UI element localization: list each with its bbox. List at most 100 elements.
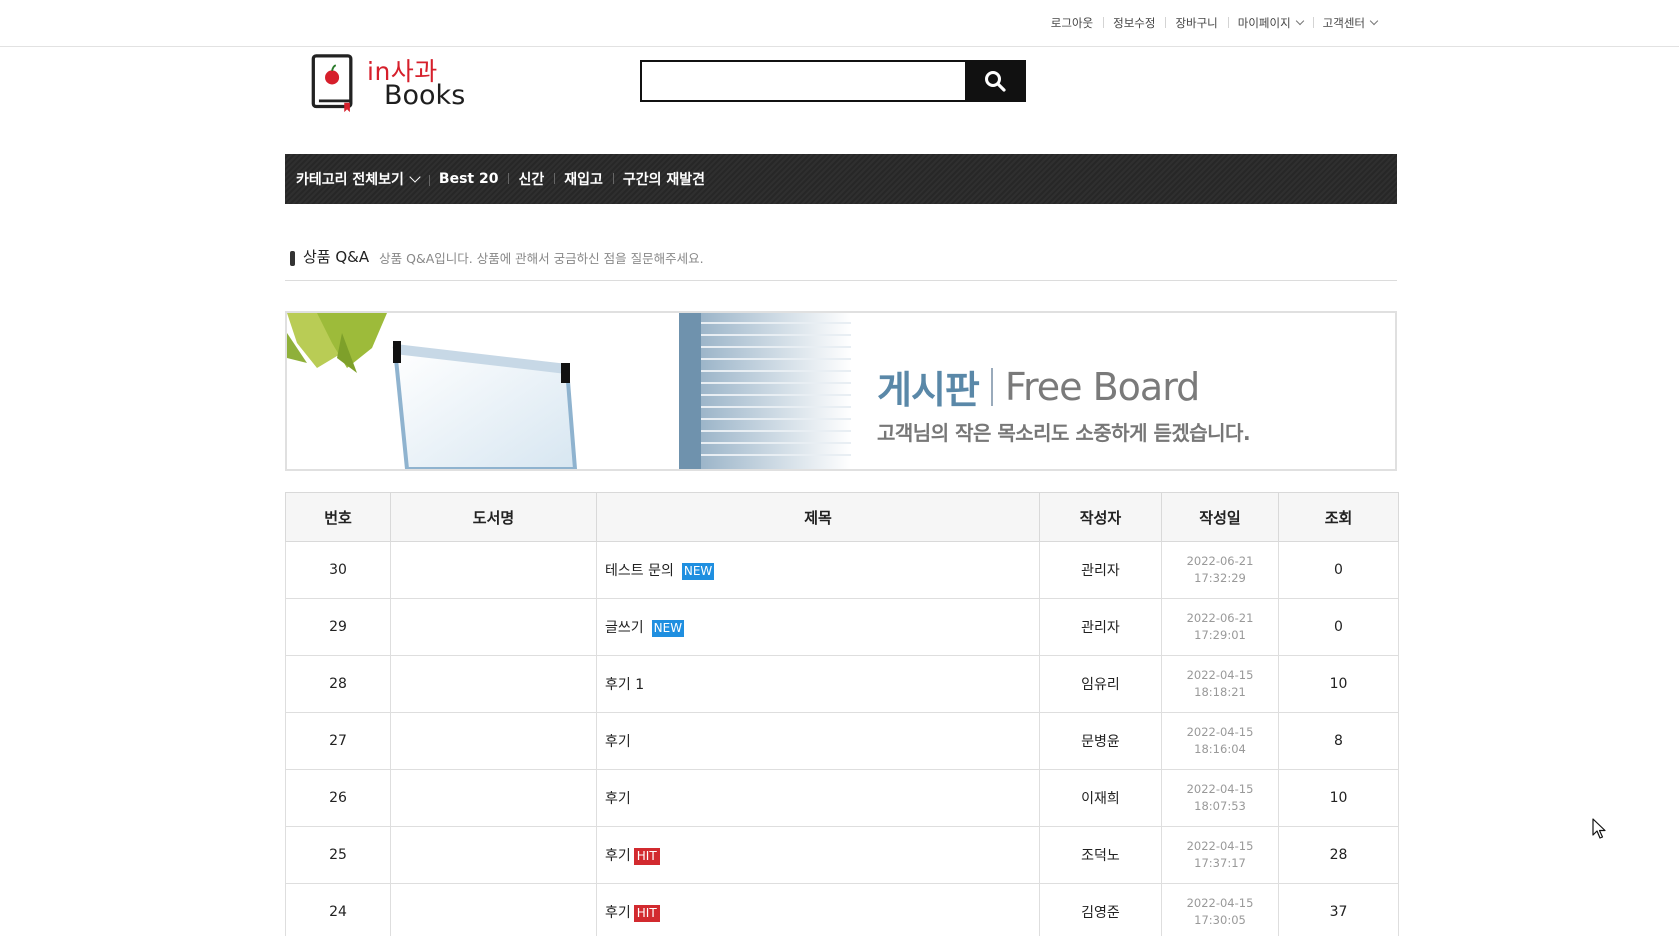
search-button[interactable]: [965, 62, 1024, 100]
table-row[interactable]: 26 후기 이재희 2022-04-15 18:07:53 10: [285, 769, 1399, 827]
table-row[interactable]: 29 글쓰기 NEW 관리자 2022-06-21 17:29:01 0: [285, 598, 1399, 656]
table-row[interactable]: 27 후기 문병윤 2022-04-15 18:16:04 8: [285, 712, 1399, 770]
cell-number: 29: [285, 598, 391, 656]
post-title-link[interactable]: 테스트 문의: [605, 563, 674, 579]
table-row[interactable]: 30 테스트 문의 NEW 관리자 2022-06-21 17:32:29 0: [285, 541, 1399, 599]
cell-number: 25: [285, 826, 391, 884]
chevron-down-icon: [1369, 16, 1379, 26]
cell-subject: 후기: [596, 769, 1040, 827]
cell-date: 2022-04-15 18:18:21: [1161, 655, 1279, 713]
post-title-link[interactable]: 후기 1: [605, 677, 644, 693]
top-utility-bar: 로그아웃 정보수정 장바구니 마이페이지 고객센터: [0, 0, 1679, 47]
cell-book: [390, 883, 597, 936]
post-title-link[interactable]: 후기: [605, 848, 631, 864]
nav-item-label: Best 20: [438, 171, 499, 187]
nav-category-all[interactable]: 카테고리 전체보기: [296, 169, 429, 189]
search-box: [640, 60, 1026, 102]
post-title-link[interactable]: 글쓰기: [605, 620, 644, 636]
cell-book: [390, 598, 597, 656]
cell-views: 10: [1278, 655, 1399, 713]
cell-author: 임유리: [1039, 655, 1162, 713]
table-row[interactable]: 25 후기 HIT 조덕노 2022-04-15 17:37:17 28: [285, 826, 1399, 884]
mypage-menu[interactable]: 마이페이지: [1227, 15, 1313, 31]
cell-subject: 테스트 문의 NEW: [596, 541, 1040, 599]
new-badge: NEW: [651, 619, 685, 637]
qna-table: 번호 도서명 제목 작성자 작성일 조회 30 테스트 문의 NEW 관리자 20…: [285, 492, 1399, 936]
board-banner: 게시판 Free Board 고객님의 작은 목소리도 소중하게 듣겠습니다.: [285, 311, 1397, 471]
cell-number: 28: [285, 655, 391, 713]
cell-subject: 글쓰기 NEW: [596, 598, 1040, 656]
search-input[interactable]: [642, 62, 965, 100]
section-bar-icon: [290, 251, 295, 266]
time-text: 17:29:01: [1194, 628, 1246, 642]
cell-date: 2022-04-15 17:30:05: [1161, 883, 1279, 936]
cell-author: 문병윤: [1039, 712, 1162, 770]
post-title-link[interactable]: 후기: [605, 734, 631, 750]
cell-book: [390, 826, 597, 884]
cell-date: 2022-04-15 17:37:17: [1161, 826, 1279, 884]
cell-book: [390, 541, 597, 599]
mouse-cursor-icon: [1592, 818, 1606, 839]
cell-views: 0: [1278, 541, 1399, 599]
cart-link[interactable]: 장바구니: [1165, 15, 1227, 31]
cell-views: 0: [1278, 598, 1399, 656]
logout-label: 로그아웃: [1050, 16, 1094, 30]
col-header-subject: 제목: [596, 492, 1040, 542]
post-title-link[interactable]: 후기: [605, 905, 631, 921]
table-row[interactable]: 24 후기 HIT 김영준 2022-04-15 17:30:05 37: [285, 883, 1399, 936]
table-header-row: 번호 도서명 제목 작성자 작성일 조회: [285, 492, 1399, 542]
cell-subject: 후기 1: [596, 655, 1040, 713]
date-text: 2022-04-15: [1186, 668, 1254, 682]
nav-item-restock[interactable]: 재입고: [554, 169, 613, 189]
date-text: 2022-04-15: [1186, 782, 1254, 796]
time-text: 18:16:04: [1194, 742, 1246, 756]
cell-author: 김영준: [1039, 883, 1162, 936]
cell-number: 26: [285, 769, 391, 827]
col-header-book: 도서명: [390, 492, 597, 542]
cell-views: 37: [1278, 883, 1399, 936]
cell-number: 30: [285, 541, 391, 599]
col-header-author: 작성자: [1039, 492, 1162, 542]
banner-title: 게시판 Free Board: [877, 359, 1200, 414]
hit-badge: HIT: [633, 904, 660, 922]
post-title-link[interactable]: 후기: [605, 791, 631, 807]
chevron-down-icon: [1295, 16, 1304, 26]
search-icon: [984, 71, 1006, 92]
chevron-down-icon: [409, 170, 421, 183]
section-header: 상품 Q&A 상품 Q&A입니다. 상품에 관해서 궁금하신 점을 질문해주세요…: [285, 246, 1397, 281]
logout-link[interactable]: 로그아웃: [1041, 15, 1103, 31]
cell-author: 조덕노: [1039, 826, 1162, 884]
time-text: 17:32:29: [1194, 571, 1246, 585]
nav-item-rediscover[interactable]: 구간의 재발견: [612, 169, 715, 189]
date-text: 2022-04-15: [1186, 896, 1254, 910]
cell-subject: 후기 HIT: [596, 883, 1040, 936]
cart-label: 장바구니: [1175, 16, 1218, 30]
customer-center-menu[interactable]: 고객센터: [1312, 15, 1387, 31]
col-header-number: 번호: [285, 492, 391, 542]
nav-item-best20[interactable]: Best 20: [428, 171, 509, 187]
table-row[interactable]: 28 후기 1 임유리 2022-04-15 18:18:21 10: [285, 655, 1399, 713]
cell-views: 8: [1278, 712, 1399, 770]
time-text: 18:18:21: [1194, 685, 1246, 699]
banner-title-divider: [990, 367, 993, 406]
col-header-date: 작성일: [1161, 492, 1279, 542]
cell-book: [390, 769, 597, 827]
edit-info-link[interactable]: 정보수정: [1103, 15, 1165, 31]
nav-item-label: 구간의 재발견: [622, 172, 706, 188]
site-logo[interactable]: in사과 Books: [309, 52, 484, 118]
new-badge: NEW: [681, 562, 715, 580]
nav-item-new[interactable]: 신간: [508, 169, 554, 189]
cell-book: [390, 712, 597, 770]
cell-date: 2022-04-15 18:16:04: [1161, 712, 1279, 770]
nav-category-label: 카테고리 전체보기: [296, 172, 404, 188]
section-description: 상품 Q&A입니다. 상품에 관해서 궁금하신 점을 질문해주세요.: [379, 251, 704, 266]
cell-date: 2022-06-21 17:29:01: [1161, 598, 1279, 656]
col-header-views: 조회: [1278, 492, 1399, 542]
cell-number: 24: [285, 883, 391, 936]
cell-date: 2022-04-15 18:07:53: [1161, 769, 1279, 827]
time-text: 18:07:53: [1194, 799, 1246, 813]
mypage-label: 마이페이지: [1237, 16, 1291, 30]
edit-info-label: 정보수정: [1113, 16, 1156, 30]
cell-views: 28: [1278, 826, 1399, 884]
banner-title-english: Free Board: [1004, 364, 1200, 409]
